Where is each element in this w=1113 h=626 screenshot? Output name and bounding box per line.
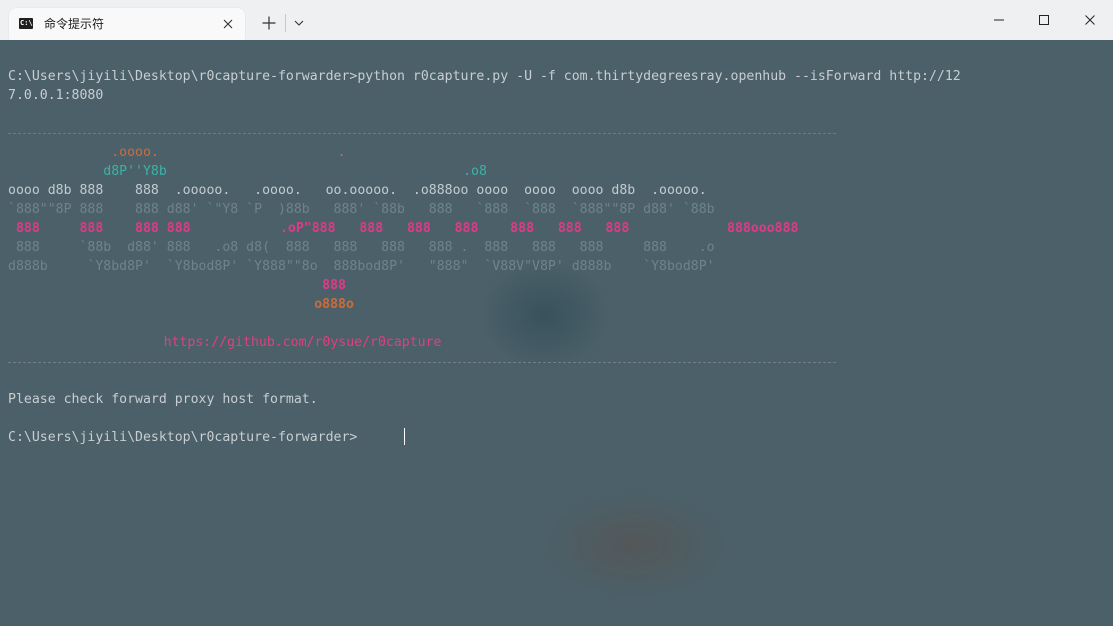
wallpaper-shadow [480, 260, 610, 370]
command-line-wrap: 7.0.0.1:8080 [8, 88, 104, 103]
github-url-link[interactable]: https://github.com/r0ysue/r0capture [0, 333, 442, 352]
tab-title: 命令提示符 [44, 17, 105, 31]
text-cursor [404, 428, 405, 445]
banner-line: 888 [322, 278, 346, 293]
maximize-button[interactable] [1021, 0, 1067, 40]
new-tab-dropdown-button[interactable] [290, 13, 308, 33]
banner-line: .o8 [209, 164, 487, 179]
console-icon-glyph: C:\ [20, 19, 33, 27]
wallpaper-shadow [540, 490, 730, 600]
banner-line: 888 888 888 888 [8, 221, 247, 236]
banner-top-rule [8, 133, 836, 135]
error-message: Please check forward proxy host format. [8, 392, 318, 407]
maximize-icon [1039, 15, 1049, 25]
title-bar: C:\ 命令提示符 [0, 0, 1113, 40]
close-icon [223, 19, 233, 29]
banner-bottom-rule [8, 362, 836, 364]
banner-line: .oP"888 888 888 888 888 888 888 [272, 221, 669, 236]
minimize-icon [994, 19, 1004, 21]
banner-line: d888b `Y8bd8P' `Y8bod8P' `Y888""8o 888bo… [8, 259, 715, 274]
close-icon [1085, 15, 1095, 25]
minimize-button[interactable] [976, 0, 1022, 40]
plus-icon [262, 16, 276, 30]
banner-line: . [28, 145, 346, 160]
banner-line: oooo d8b 888 888 .ooooo. .oooo. oo.ooooo… [8, 183, 707, 198]
command-prompt: C:\Users\jiyili\Desktop\r0capture-forwar… [8, 430, 358, 445]
terminal-output[interactable]: C:\Users\jiyili\Desktop\r0capture-forwar… [0, 40, 1113, 626]
new-tab-button[interactable] [257, 11, 281, 35]
banner-line: `888""8P 888 888 d88' `"Y8 `P )88b 888' … [8, 202, 715, 217]
close-window-button[interactable] [1067, 0, 1113, 40]
tab-close-button[interactable] [217, 13, 239, 35]
banner-line: d8P''Y8b [8, 164, 167, 179]
chevron-down-icon [294, 20, 304, 26]
banner-line: o888o [314, 297, 354, 312]
banner-line: 888ooo888 [727, 221, 799, 236]
console-icon: C:\ [19, 18, 33, 29]
tab-separator [285, 14, 286, 32]
banner-line: 888 `88b d88' 888 .o8 d8( 888 888 888 88… [8, 240, 715, 255]
tab-command-prompt[interactable]: C:\ 命令提示符 [9, 8, 245, 40]
command-line: C:\Users\jiyili\Desktop\r0capture-forwar… [8, 69, 961, 84]
